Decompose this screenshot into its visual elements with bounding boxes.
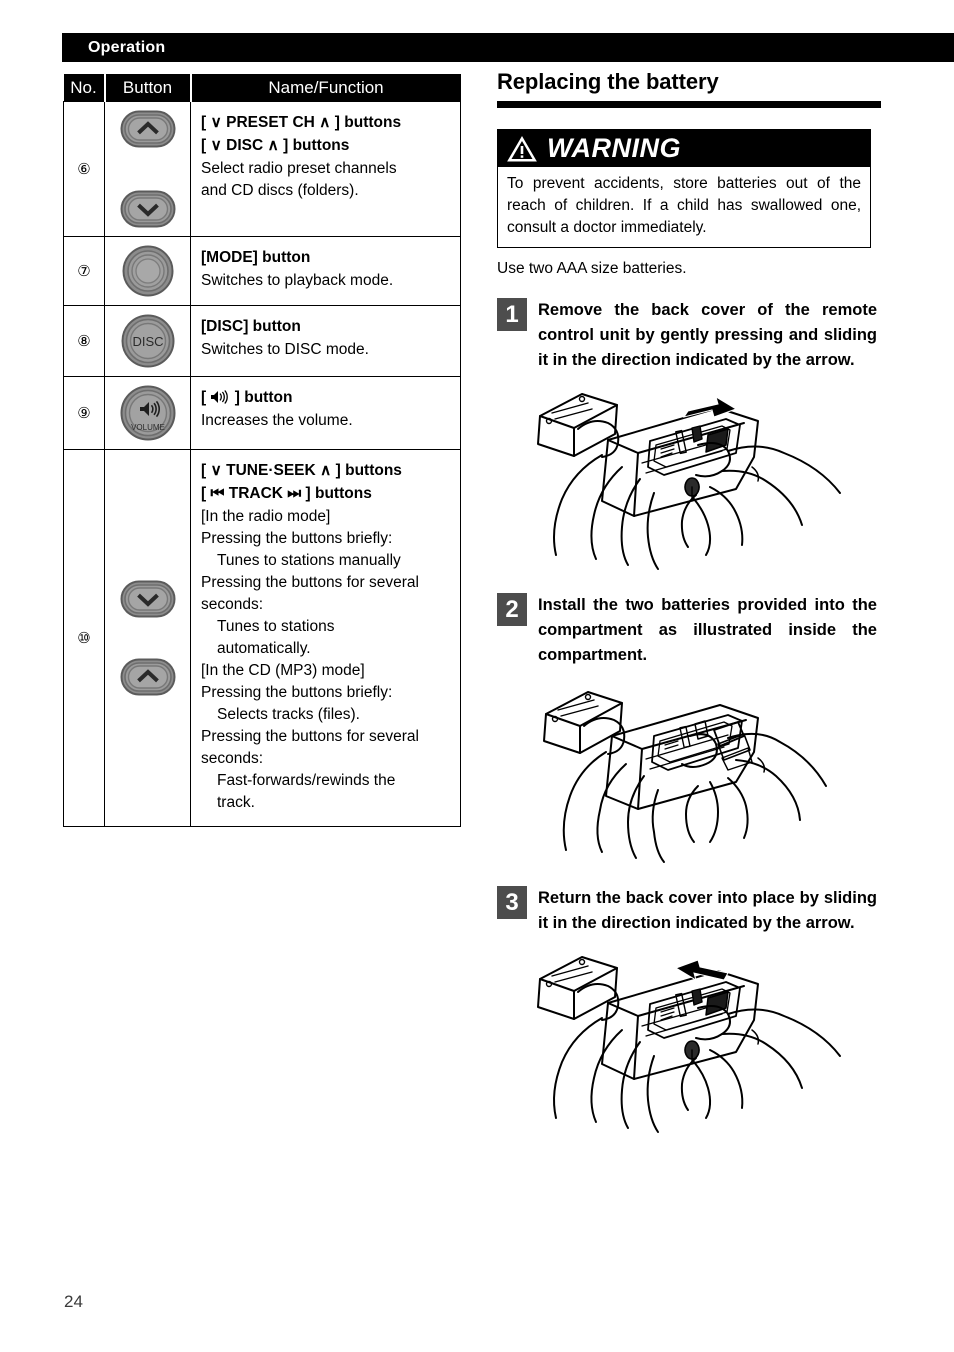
row-button-art-cell: VOLUME [104, 376, 191, 450]
page-number: 24 [64, 1292, 83, 1311]
function-line: automatically. [217, 640, 311, 657]
step-2: 2 Install the two batteries provided int… [497, 593, 877, 668]
step-1-figure-wrap [497, 383, 877, 575]
column-header-name: Name/Function [190, 74, 461, 102]
function-line: Tunes to stations manually [217, 552, 401, 569]
row-description-cell: [ ∨ PRESET CH ∧ ] buttons [ ∨ DISC ∧ ] b… [190, 101, 461, 237]
circled-number-6: ⑥ [77, 160, 91, 178]
row-button-art-cell [104, 449, 191, 827]
function-line: and CD discs (folders). [201, 182, 359, 199]
function-line: [MODE] button [201, 249, 311, 266]
step-instruction: Remove the back cover of the remote cont… [538, 301, 877, 369]
row-button-art-cell [104, 236, 191, 306]
figure-insert-batteries [543, 691, 827, 863]
warning-header: WARNING [498, 130, 870, 167]
function-line: track. [217, 794, 255, 811]
down-chevron-oval-button-icon [120, 190, 175, 228]
row-button-art-cell: DISC [104, 305, 191, 377]
volume-button-label: VOLUME [131, 423, 165, 432]
function-line: Tunes to stations [217, 618, 335, 635]
function-line: Switches to DISC mode. [201, 341, 369, 358]
function-line: [In the radio mode] [201, 508, 331, 525]
row-description-cell: [MODE] button Switches to playback mode. [190, 236, 461, 306]
up-chevron-oval-button-icon [120, 110, 175, 148]
function-line: [ ∨ PRESET CH ∧ ] buttons [201, 114, 402, 131]
direction-arrow-left [674, 959, 729, 982]
function-line: Pressing the buttons briefly: [201, 684, 393, 701]
step-instruction: Return the back cover into place by slid… [538, 889, 877, 932]
row-description-cell: [DISC] button Switches to DISC mode. [190, 305, 461, 377]
step-1: 1 Remove the back cover of the remote co… [497, 298, 877, 373]
row-number-cell: ⑦ [63, 236, 105, 306]
row-number-cell: ⑧ [63, 305, 105, 377]
figure-remote-cover-slide-on [537, 956, 841, 1133]
up-chevron-oval-button-icon [120, 658, 175, 696]
circled-number-7: ⑦ [77, 262, 91, 280]
step-2-figure-wrap [497, 678, 877, 868]
row-number-cell: ⑨ [63, 376, 105, 450]
function-line: Pressing the buttons for several seconds… [201, 728, 419, 767]
running-header-bar: Operation [62, 33, 954, 62]
step-number-badge: 2 [497, 593, 527, 626]
button-reference-table: No. Button Name/Function ⑥ [∨ PRESET CH… [63, 74, 461, 827]
row-number-cell: ⑥ [63, 101, 105, 237]
function-line: Pressing the buttons for several seconds… [201, 574, 419, 613]
section-title-rule [497, 101, 881, 108]
circled-number-10: ⑩ [77, 629, 91, 647]
table-header-row: No. Button Name/Function [63, 74, 461, 102]
table-row: ⑧ DISC [DISC] button Switches to DISC mo… [63, 305, 461, 377]
step-number-badge: 3 [497, 886, 527, 919]
row-number-cell: ⑩ [63, 449, 105, 827]
battery-type-note: Use two AAA size batteries. [497, 260, 687, 277]
mode-round-button-icon [122, 245, 173, 297]
function-line: [ ∨ DISC ∧ ] buttons [201, 137, 350, 154]
direction-arrow-right [682, 395, 738, 418]
warning-label: WARNING [547, 133, 681, 163]
function-line: Selects tracks (files). [217, 706, 360, 723]
circled-number-9: ⑨ [77, 404, 91, 422]
step-instruction: Install the two batteries provided into … [538, 596, 877, 664]
disc-button-label: DISC [132, 334, 163, 349]
function-line: [In the CD (MP3) mode] [201, 662, 365, 679]
function-line: Switches to playback mode. [201, 272, 394, 289]
column-header-no: No. [63, 74, 106, 102]
figure-remote-cover-slide-off [537, 393, 841, 570]
row-description-cell: [ ∨ TUNE·SEEK ∧ ] buttons [ ⏮ TRACK ⏭ ] … [190, 449, 461, 827]
step-3: 3 Return the back cover into place by sl… [497, 886, 877, 936]
function-line: Fast-forwards/rewinds the [217, 772, 396, 789]
table-row: ⑨ VOLUME [] button Increases the volume… [63, 376, 461, 450]
function-line: [DISC] button [201, 318, 301, 335]
warning-box: WARNING To prevent accidents, store batt… [497, 129, 871, 248]
disc-round-button-icon: DISC [121, 314, 174, 368]
table-row: ⑩ [ ∨ TUNE·SEEK ∧ ] buttons [⏮ TRACK ⏭ … [63, 449, 461, 827]
down-chevron-oval-button-icon [120, 580, 175, 618]
section-title: Replacing the battery [497, 69, 719, 94]
function-line: [ ∨ TUNE·SEEK ∧ ] buttons [201, 462, 402, 479]
warning-text: To prevent accidents, store batteries ou… [507, 175, 861, 236]
table-row: ⑦ [MODE] button Switches to playback mod… [63, 236, 461, 306]
row-description-cell: [ ] button Increases the volume. [190, 376, 461, 450]
function-line: Pressing the buttons briefly: [201, 530, 393, 547]
circled-number-8: ⑧ [77, 332, 91, 350]
speaker-inline-icon [211, 390, 229, 404]
function-line: [ ⏮ TRACK ⏭ ] buttons [201, 485, 372, 502]
step-3-figure-wrap [497, 946, 877, 1151]
running-header-title: Operation [88, 39, 166, 56]
warning-triangle-icon [507, 135, 537, 161]
step-number-badge: 1 [497, 298, 527, 331]
function-line: [ ] button [201, 389, 293, 406]
table-row: ⑥ [ ∨ PRESET CH ∧ ] buttons [∨ DISC ∧]… [63, 101, 461, 237]
column-header-button: Button [104, 74, 192, 102]
function-line: Select radio preset channels [201, 160, 397, 177]
function-line: Increases the volume. [201, 412, 353, 429]
volume-round-button-icon: VOLUME [120, 385, 175, 441]
row-button-art-cell [104, 101, 191, 237]
replacing-battery-section: Replacing the battery WARNING To prevent… [497, 68, 881, 1151]
